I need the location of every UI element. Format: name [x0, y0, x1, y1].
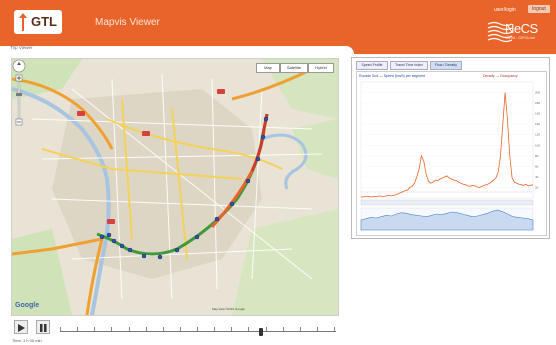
gtl-logo-icon [19, 13, 27, 31]
tab-speed-profile[interactable]: Speed Profile [356, 61, 388, 70]
timeline-handle[interactable] [259, 328, 263, 336]
partner-logo-sub: INRIA · GIPSA-lab [506, 36, 535, 40]
timeline-tick [283, 327, 284, 331]
y-tick-label: 40 [535, 175, 539, 179]
playback-controls [14, 320, 336, 336]
app-title: Mapvis Viewer [95, 17, 160, 28]
chart-area: Rocade Sud — Speed (km/h) per segment De… [356, 71, 547, 236]
y-tick-label: 160 [535, 112, 540, 116]
plot-frame [360, 81, 534, 199]
timeline-tick [111, 327, 112, 331]
timeline-tick [77, 327, 78, 331]
y-tick-label: 60 [535, 164, 539, 168]
timeline-tick [300, 327, 301, 331]
map-zoom-control[interactable] [12, 59, 26, 129]
tab-flow-density[interactable]: Flow / Density [430, 61, 462, 70]
timeline-tick [266, 327, 267, 331]
gtl-logo[interactable]: GTL [14, 10, 62, 34]
map-type-map[interactable]: Map [256, 63, 280, 73]
header-tab-strip [346, 46, 556, 54]
timeline-tick [197, 327, 198, 331]
map-type-hybrid[interactable]: Hybrid [308, 63, 334, 73]
timeline-tick [60, 327, 61, 331]
chart-panel: Speed Profile Travel Time Index Flow / D… [351, 57, 550, 239]
timeline-tick [231, 327, 232, 331]
map-copyright: Map data ©2010 Google [212, 307, 245, 311]
playback-status: Time: 1 h 00 min [12, 338, 42, 343]
timeline-tick [94, 327, 95, 331]
timeline-tick [317, 327, 318, 331]
user-link[interactable]: user/login [494, 7, 516, 13]
timeline-tick [129, 327, 130, 331]
partner-logo-text: NeCS [505, 21, 538, 36]
timeline-tick [146, 327, 147, 331]
timeline-tick [334, 327, 335, 331]
y-tick-label: 80 [535, 154, 539, 158]
timeline-tick [180, 327, 181, 331]
traffic-map[interactable]: Map Satellite Hybrid Google Map data ©20… [11, 58, 339, 316]
map-canvas[interactable] [12, 59, 338, 315]
play-button[interactable] [14, 320, 28, 334]
y-tick-label: 20 [535, 185, 539, 189]
y-tick-label: 200 [535, 91, 540, 95]
timeline-slider[interactable] [60, 323, 336, 336]
y-tick-label: 100 [535, 143, 540, 147]
tab-travel-time-index[interactable]: Travel Time Index [390, 61, 428, 70]
app-header: GTL Mapvis Viewer user/login logout NeCS… [0, 0, 556, 46]
timeline-tick [163, 327, 164, 331]
timeline-track [60, 331, 336, 332]
timeline-tick [214, 327, 215, 331]
pause-icon [40, 324, 47, 332]
line-chart[interactable]: 200 180 160 140 120 100 80 60 40 20 [357, 72, 546, 235]
timeline-tick [248, 327, 249, 331]
y-tick-label: 120 [535, 133, 540, 137]
content-top-strip [0, 46, 346, 54]
y-tick-label: 180 [535, 101, 540, 105]
logout-button[interactable]: logout [528, 5, 550, 13]
breadcrumb: Trip Viewer [10, 45, 33, 50]
y-tick-label: 140 [535, 122, 540, 126]
play-icon [18, 324, 25, 332]
pause-button[interactable] [36, 320, 50, 334]
google-logo: Google [15, 302, 40, 309]
x-axis-bar [360, 199, 534, 206]
map-type-satellite[interactable]: Satellite [280, 63, 308, 73]
logo-text: GTL [31, 14, 57, 29]
